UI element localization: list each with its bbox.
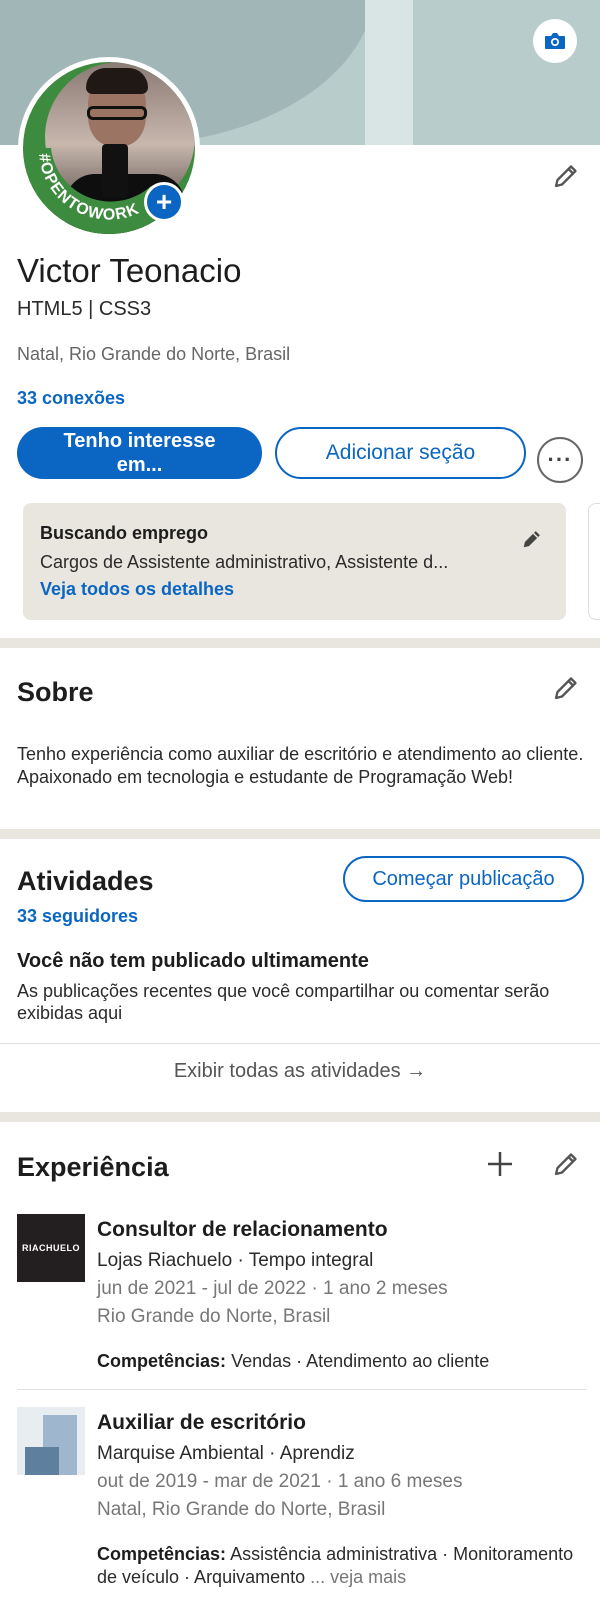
no-posts-title: Você não tem publicado ultimamente	[17, 950, 369, 972]
experience-company-1: Lojas Riachuelo · Tempo integral	[97, 1250, 374, 1271]
skills-label: Competências:	[97, 1544, 227, 1564]
start-post-button[interactable]: Começar publicação	[343, 856, 584, 902]
open-to-work-card[interactable]: Buscando emprego Cargos de Assistente ad…	[23, 503, 566, 620]
about-title: Sobre	[17, 677, 94, 707]
experience-title-2[interactable]: Auxiliar de escritório	[97, 1411, 306, 1435]
add-experience-plus-icon[interactable]	[484, 1148, 516, 1180]
open-to-button-line2: em...	[116, 454, 163, 476]
open-to-button-line1: Tenho interesse	[63, 430, 216, 452]
section-divider	[0, 1112, 600, 1122]
camera-icon	[545, 33, 565, 49]
profile-name: Victor Teonacio	[17, 252, 242, 289]
experience-dates-1: jun de 2021 - jul de 2022 · 1 ano 2 mese…	[97, 1278, 448, 1299]
experience-location-2: Natal, Rio Grande do Norte, Brasil	[97, 1499, 386, 1520]
experience-dates-2: out de 2019 - mar de 2021 · 1 ano 6 mese…	[97, 1471, 463, 1492]
edit-experience-pencil-icon[interactable]	[550, 1148, 582, 1180]
about-text: Tenho experiência como auxiliar de escri…	[17, 744, 584, 787]
plus-icon: +	[155, 186, 173, 217]
experience-skills-1[interactable]: Competências: Vendas · Atendimento ao cl…	[97, 1350, 587, 1373]
add-section-button[interactable]: Adicionar seção	[275, 427, 526, 479]
svg-text:#OPENTOWORK: #OPENTOWORK	[35, 152, 142, 223]
open-to-work-label: #OPENTOWORK	[35, 152, 141, 223]
experience-title-1[interactable]: Consultor de relacionamento	[97, 1218, 388, 1242]
skills-list: Vendas · Atendimento ao cliente	[231, 1351, 490, 1371]
section-divider	[0, 829, 600, 839]
edit-banner-button[interactable]	[533, 19, 577, 63]
more-dots-icon: ···	[547, 447, 573, 472]
riachuelo-logo[interactable]: RIACHUELO	[17, 1214, 85, 1282]
edit-about-pencil-icon[interactable]	[550, 672, 582, 704]
experience-skills-2[interactable]: Competências: Assistência administrativa…	[97, 1543, 587, 1589]
open-to-button[interactable]: Tenho interesse em...	[17, 427, 262, 479]
section-divider	[0, 638, 600, 648]
open-to-work-title: Buscando emprego	[40, 523, 209, 543]
no-posts-text: As publicações recentes que você compart…	[17, 981, 550, 1023]
skills-label: Competências:	[97, 1351, 227, 1371]
profile-headline: HTML5 | CSS3	[17, 298, 152, 320]
experience-company-2: Marquise Ambiental · Aprendiz	[97, 1443, 355, 1464]
add-story-button[interactable]: +	[144, 182, 184, 222]
edit-open-to-work-pencil-icon[interactable]	[520, 527, 544, 551]
followers-link[interactable]: 33 seguidores	[17, 906, 138, 927]
next-card-peek[interactable]	[588, 503, 600, 620]
edit-intro-pencil-icon[interactable]	[550, 160, 582, 192]
logo-shape	[25, 1447, 59, 1475]
connections-link[interactable]: 33 conexões	[17, 388, 125, 409]
show-all-activity-link[interactable]: Exibir todas as atividades →	[0, 1060, 600, 1083]
banner-shape	[365, 0, 413, 145]
see-details-link[interactable]: Veja todos os detalhes	[40, 579, 549, 600]
see-more-link[interactable]: ... veja mais	[310, 1567, 406, 1587]
activity-separator	[0, 1043, 600, 1044]
company-logo-placeholder[interactable]	[17, 1407, 85, 1475]
experience-location-1: Rio Grande do Norte, Brasil	[97, 1306, 331, 1327]
experience-separator	[17, 1389, 587, 1390]
more-options-button[interactable]: ···	[537, 437, 583, 483]
experience-title: Experiência	[17, 1152, 169, 1182]
activity-title: Atividades	[17, 866, 154, 896]
open-to-work-roles: Cargos de Assistente administrativo, Ass…	[40, 552, 449, 572]
profile-location: Natal, Rio Grande do Norte, Brasil	[17, 344, 291, 364]
